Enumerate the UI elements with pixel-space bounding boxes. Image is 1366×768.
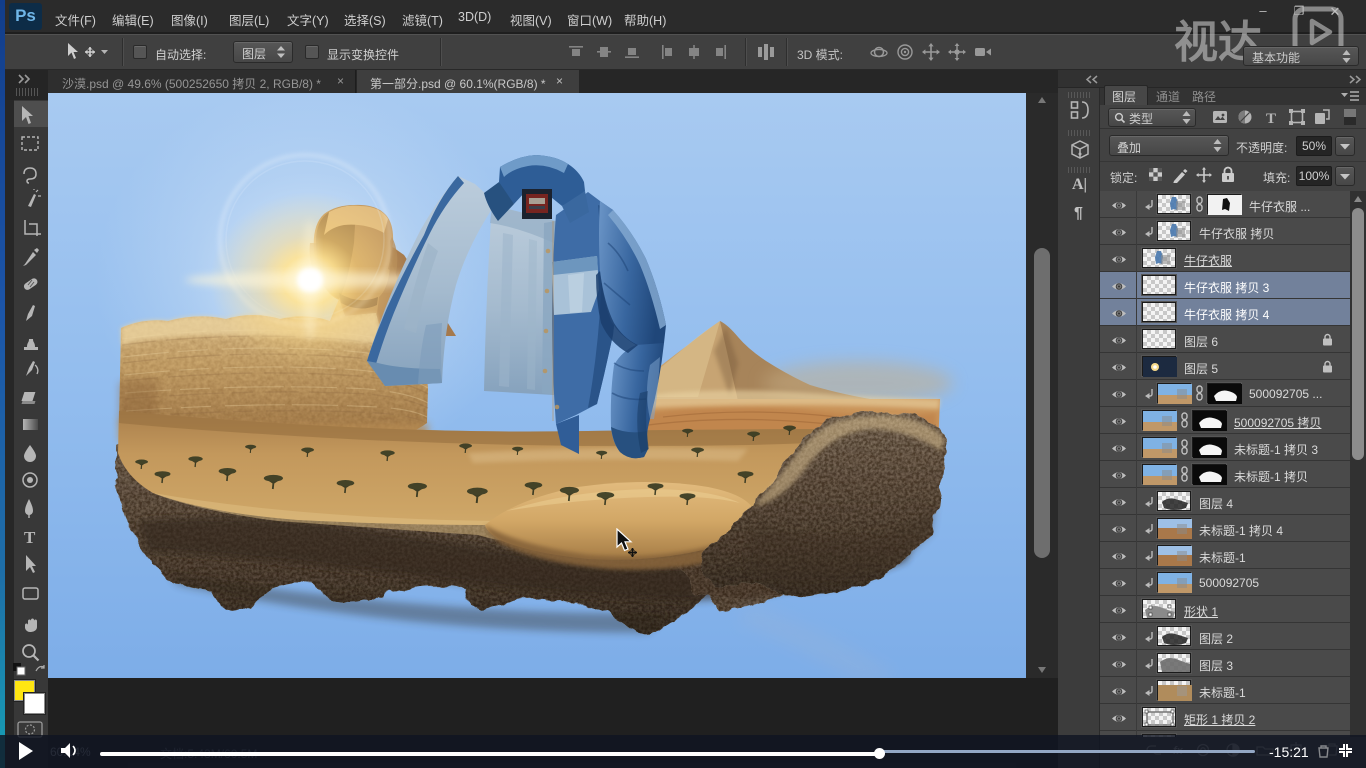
svg-text:T: T bbox=[24, 528, 36, 547]
svg-text:T: T bbox=[1266, 111, 1276, 125]
